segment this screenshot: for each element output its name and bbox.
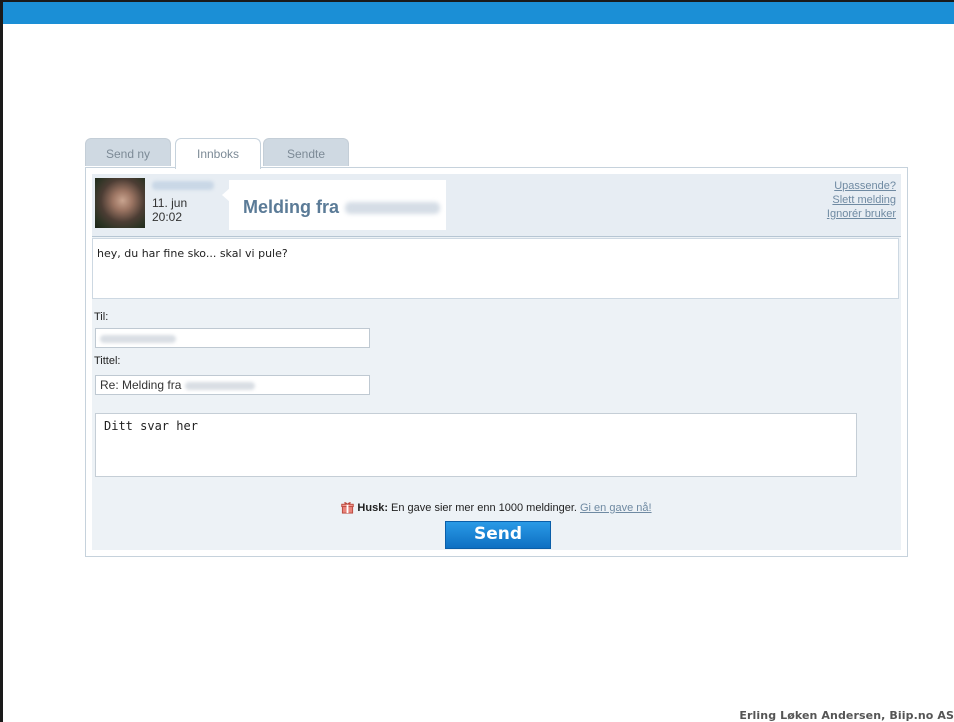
reply-textarea[interactable]: Ditt svar her [95,413,857,477]
top-bar [3,2,954,24]
footer-credit: Erling Løken Andersen, Biip.no AS [739,709,954,722]
tab-innboks[interactable]: Innboks [175,138,261,169]
delete-message-link[interactable]: Slett melding [827,193,896,207]
report-link[interactable]: Upassende? [827,179,896,193]
send-button[interactable]: Send [445,521,551,549]
message-actions: Upassende? Slett melding Ignorér bruker [827,179,896,221]
message-date: 11. jun [152,196,188,210]
message-title: Melding fra [243,197,441,218]
sender-name-title-redacted [345,202,441,215]
reminder-bold: Husk: [357,502,388,514]
message-header: 11. jun 20:02 Melding fra Upassende? Sle… [92,174,901,237]
title-label: Tittel: [94,355,121,367]
gift-icon [341,502,355,514]
gift-reminder: Husk: En gave sier mer enn 1000 meldinge… [92,501,901,514]
to-field[interactable] [95,328,370,348]
message-title-prefix: Melding fra [243,197,340,217]
ignore-user-link[interactable]: Ignorér bruker [827,207,896,221]
message-time: 20:02 [152,210,183,224]
slide: Send ny Innboks Sendte 11. jun 20:02 Mel… [0,0,954,722]
give-gift-link[interactable]: Gi en gave nå! [580,502,652,514]
to-label: Til: [94,311,109,323]
tab-send-ny[interactable]: Send ny [85,138,171,166]
message-title-box: Melding fra [229,180,446,230]
sender-name-redacted[interactable] [152,181,214,190]
avatar[interactable] [95,178,145,228]
title-name-redacted [185,381,256,390]
reminder-text: En gave sier mer enn 1000 meldinger. [387,502,580,514]
message-timestamp: 11. jun 20:02 [152,196,187,224]
title-field-prefix: Re: Melding fra [100,378,182,392]
recipient-redacted [100,334,176,343]
message-panel-inner: 11. jun 20:02 Melding fra Upassende? Sle… [92,174,901,550]
tab-sendte[interactable]: Sendte [263,138,349,166]
message-panel: 11. jun 20:02 Melding fra Upassende? Sle… [85,167,908,557]
title-field[interactable]: Re: Melding fra [95,375,370,395]
message-body: hey, du har fine sko... skal vi pule? [92,238,899,299]
